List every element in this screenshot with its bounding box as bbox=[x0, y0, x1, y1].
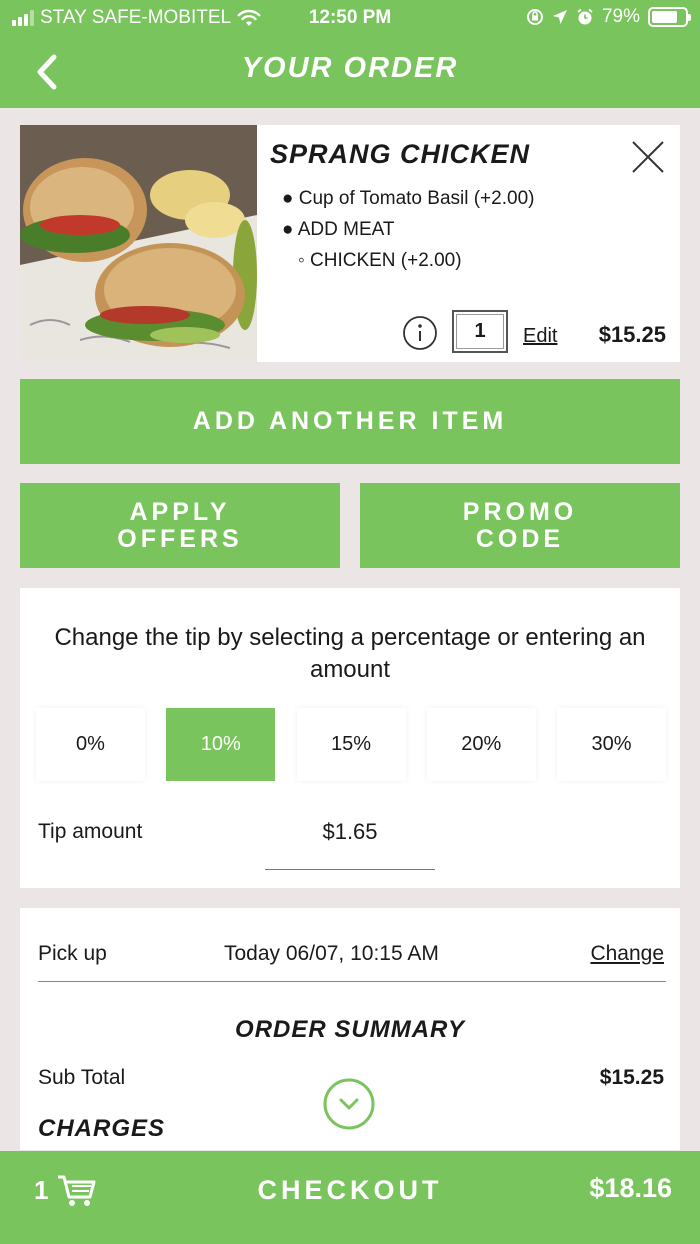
top-bar: STAY SAFE-MOBITEL 12:50 PM 79% YOUR ORDE… bbox=[0, 0, 700, 108]
promo-code-label-2: CODE bbox=[475, 524, 565, 553]
tip-option-10[interactable]: 10% bbox=[166, 708, 276, 781]
promo-code-button[interactable]: PROMO CODE bbox=[360, 483, 680, 568]
checkout-total: $18.16 bbox=[589, 1173, 672, 1203]
pickup-label: Pick up bbox=[38, 942, 107, 965]
edit-link[interactable]: Edit bbox=[523, 325, 557, 348]
quantity-field[interactable]: 1 bbox=[452, 310, 508, 353]
add-another-item-button[interactable]: ADD ANOTHER ITEM bbox=[20, 379, 680, 464]
sandwich-photo bbox=[20, 125, 257, 362]
info-icon[interactable] bbox=[402, 315, 438, 351]
orientation-lock-icon bbox=[526, 9, 543, 25]
order-item-card: SPRANG CHICKEN ● Cup of Tomato Basil (+2… bbox=[20, 125, 680, 362]
option-text: Cup of Tomato Basil (+2.00) bbox=[298, 188, 535, 209]
tip-amount-input[interactable]: $1.65 bbox=[265, 816, 435, 870]
tip-option-30[interactable]: 30% bbox=[557, 708, 666, 781]
alarm-icon bbox=[577, 8, 593, 25]
location-icon bbox=[552, 10, 567, 24]
tip-option-20[interactable]: 20% bbox=[426, 708, 536, 781]
item-price: $15.25 bbox=[598, 322, 666, 347]
option-line: ● Cup of Tomato Basil (+2.00) bbox=[282, 188, 535, 209]
subtotal-label: Sub Total bbox=[38, 1066, 126, 1089]
item-options: ● Cup of Tomato Basil (+2.00) ● ADD MEAT… bbox=[282, 183, 534, 276]
change-pickup-link[interactable]: Change bbox=[590, 942, 664, 966]
apply-offers-label-1: APPLY bbox=[129, 497, 231, 526]
charges-title: CHARGES bbox=[38, 1115, 166, 1142]
checkout-button[interactable]: 1 CHECKOUT $18.16 bbox=[0, 1151, 700, 1244]
battery-icon bbox=[648, 7, 691, 27]
divider bbox=[38, 981, 666, 982]
tip-instruction: Change the tip by selecting a percentage… bbox=[54, 624, 646, 683]
subtotal-value: $15.25 bbox=[599, 1066, 664, 1089]
order-summary-title: ORDER SUMMARY bbox=[235, 1016, 465, 1043]
tip-options: 0% 10% 15% 20% 30% bbox=[36, 708, 666, 781]
close-icon[interactable] bbox=[630, 139, 666, 175]
item-name: SPRANG CHICKEN bbox=[270, 139, 531, 169]
status-bar: STAY SAFE-MOBITEL 12:50 PM 79% bbox=[0, 0, 700, 36]
pickup-time: Today 06/07, 10:15 AM bbox=[224, 942, 439, 965]
battery-percent: 79% bbox=[601, 6, 640, 27]
sub-option-line: ◦ CHICKEN (+2.00) bbox=[298, 250, 462, 271]
tip-amount-label: Tip amount bbox=[38, 820, 143, 843]
page-title: YOUR ORDER bbox=[241, 52, 459, 84]
option-text: ADD MEAT bbox=[297, 219, 395, 240]
expand-chevron-icon[interactable] bbox=[322, 1077, 376, 1131]
sub-option-text: CHICKEN (+2.00) bbox=[310, 250, 462, 271]
apply-offers-button[interactable]: APPLY OFFERS bbox=[20, 483, 340, 568]
promo-code-label-1: PROMO bbox=[462, 497, 578, 526]
apply-offers-label-2: OFFERS bbox=[117, 524, 243, 553]
battery-fill bbox=[652, 11, 677, 23]
tip-option-0[interactable]: 0% bbox=[36, 708, 145, 781]
tip-option-15[interactable]: 15% bbox=[296, 708, 406, 781]
status-right: 79% bbox=[526, 6, 691, 28]
tip-card: Change the tip by selecting a percentage… bbox=[20, 588, 680, 888]
order-summary-card: Pick up Today 06/07, 10:15 AM Change ORD… bbox=[20, 908, 680, 1150]
option-line: ● ADD MEAT bbox=[282, 219, 395, 240]
